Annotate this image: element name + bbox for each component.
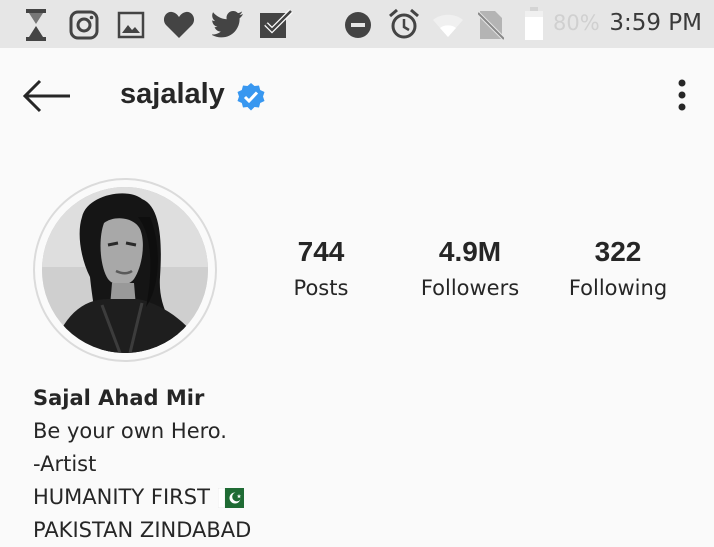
followers-count: 4.9M: [438, 236, 502, 267]
bio-line: -Artist: [33, 452, 97, 476]
following-count: 322: [594, 236, 642, 267]
no-sim-icon: [478, 11, 504, 41]
twitter-icon: [212, 11, 243, 38]
battery-percent: 80%: [553, 11, 600, 35]
instagram-icon: [69, 10, 99, 40]
alarm-icon: [389, 8, 419, 39]
stat-posts[interactable]: 744 Posts: [275, 236, 367, 300]
heart-icon: [163, 11, 195, 39]
following-label: Following: [568, 276, 668, 300]
status-bar: 80% 3:59 PM: [0, 0, 714, 48]
posts-count: 744: [297, 236, 345, 267]
profile-avatar[interactable]: [42, 187, 208, 353]
more-options-icon[interactable]: [676, 78, 688, 114]
posts-label: Posts: [293, 276, 349, 300]
pakistan-flag-icon: [217, 488, 244, 508]
profile-username: sajalaly: [120, 78, 225, 110]
stat-following[interactable]: 322 Following: [560, 236, 676, 300]
profile-bio: Sajal Ahad Mir Be your own Hero. -Artist…: [33, 381, 251, 547]
stat-followers[interactable]: 4.9M Followers: [411, 236, 529, 300]
profile-header: sajalaly: [0, 48, 714, 148]
battery-icon: [525, 7, 543, 40]
checkbox-icon: [260, 9, 293, 38]
back-arrow-icon[interactable]: [22, 78, 72, 114]
bio-line-text: HUMANITY FIRST: [33, 485, 210, 509]
status-time: 3:59 PM: [609, 10, 702, 36]
do-not-disturb-icon: [345, 12, 371, 38]
bio-name: Sajal Ahad Mir: [33, 386, 205, 410]
bio-line: Be your own Hero.: [33, 419, 227, 443]
bio-line: PAKISTAN ZINDABAD: [33, 518, 252, 542]
followers-label: Followers: [420, 276, 520, 300]
verified-badge-icon: [237, 83, 265, 111]
profile-photo: [42, 187, 208, 353]
bio-line: HUMANITY FIRST: [33, 481, 251, 514]
hourglass-icon: [26, 9, 46, 41]
wifi-icon: [433, 14, 463, 37]
gallery-icon: [117, 11, 145, 39]
